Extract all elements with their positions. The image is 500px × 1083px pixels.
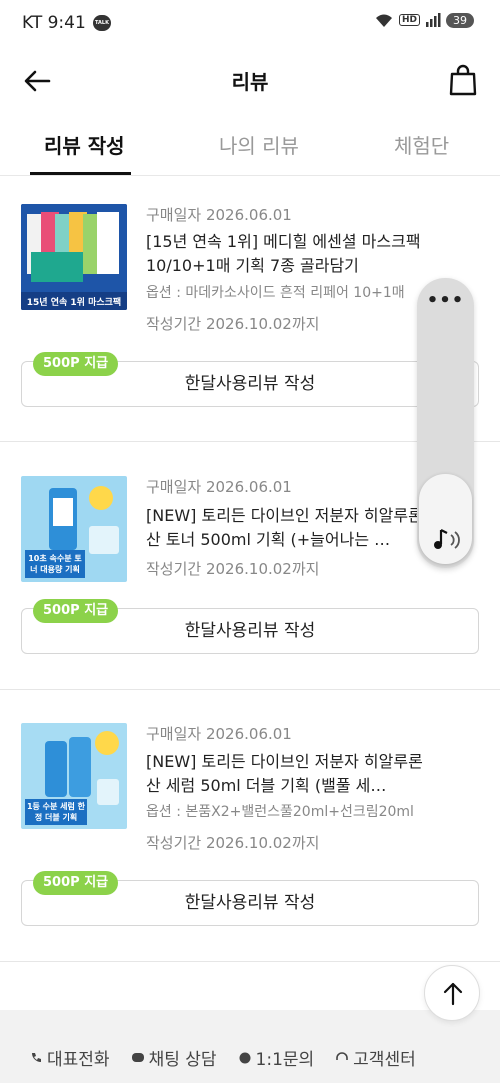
- status-bar: KT 9:41 TALK HD 39: [0, 0, 500, 50]
- shopping-bag-icon[interactable]: [448, 64, 478, 96]
- floating-media-panel[interactable]: •••: [417, 278, 474, 568]
- point-badge: 500P 지급: [33, 871, 119, 895]
- product-name[interactable]: [NEW] 토리든 다이브인 저분자 히알루론산 토너 500ml 기획 (+늘…: [146, 504, 436, 552]
- footer-inquiry[interactable]: 1:1문의: [239, 1045, 315, 1070]
- product-thumbnail[interactable]: 10초 속수분 토너 대용량 기획: [21, 476, 127, 582]
- tab-my-reviews[interactable]: 나의 리뷰: [219, 130, 299, 159]
- header: 리뷰: [0, 50, 500, 110]
- arrow-up-icon: [443, 982, 463, 1006]
- music-note-icon: [434, 529, 460, 549]
- page-title: 리뷰: [231, 70, 269, 94]
- purchase-date: 구매일자 2026.06.01: [146, 206, 292, 224]
- product-name[interactable]: [15년 연속 1위] 메디힐 에센셜 마스크팩 10/10+1매 기획 7종 …: [146, 230, 436, 278]
- product-option: 옵션 : 본품X2+밸런스풀20ml+선크림20ml: [146, 804, 414, 820]
- message-icon: [239, 1052, 251, 1063]
- thumbnail-caption: 1등 수분 세럼 한정 더블 기획: [26, 802, 86, 822]
- volume-slider-handle[interactable]: [419, 474, 472, 564]
- review-period: 작성기간 2026.10.02까지: [146, 315, 320, 333]
- point-badge: 500P 지급: [33, 352, 119, 376]
- thumbnail-caption: 15년 연속 1위 마스크팩: [26, 298, 122, 308]
- point-badge: 500P 지급: [33, 599, 119, 623]
- footer-link-label: 고객센터: [353, 1050, 416, 1070]
- thumbnail-caption: 10초 속수분 토너 대용량 기획: [28, 554, 82, 574]
- product-thumbnail[interactable]: 1등 수분 세럼 한정 더블 기획: [21, 723, 127, 829]
- product-option: 옵션 : 마데카소사이드 흔적 리페어 10+1매: [146, 285, 405, 301]
- active-tab-indicator: [30, 172, 131, 175]
- signal-icon: [426, 13, 441, 27]
- more-options-icon[interactable]: •••: [417, 290, 474, 311]
- tab-bar: 리뷰 작성 나의 리뷰 체험단: [0, 116, 500, 176]
- footer-link-label: 채팅 상담: [148, 1050, 217, 1070]
- divider: [0, 689, 500, 690]
- purchase-date: 구매일자 2026.06.01: [146, 725, 292, 743]
- battery-icon: 39: [446, 12, 474, 28]
- purchase-date: 구매일자 2026.06.01: [146, 478, 292, 496]
- product-name[interactable]: [NEW] 토리든 다이브인 저분자 히알루론산 세럼 50ml 더블 기획 (…: [146, 750, 436, 798]
- status-carrier-time: KT 9:41: [22, 13, 86, 33]
- footer-link-label: 대표전화: [47, 1050, 110, 1070]
- footer-phone[interactable]: 대표전화: [30, 1045, 110, 1070]
- footer-links: 대표전화 채팅 상담 1:1문의 고객센터: [30, 1045, 416, 1070]
- footer-chat[interactable]: 채팅 상담: [131, 1045, 217, 1070]
- wifi-icon: [375, 14, 392, 27]
- tab-experience-group[interactable]: 체험단: [394, 130, 449, 159]
- chat-icon: [131, 1052, 144, 1062]
- status-icons: HD 39: [374, 12, 474, 28]
- headset-icon: [336, 1051, 348, 1060]
- scroll-to-top-button[interactable]: [424, 965, 480, 1021]
- footer-customer-center[interactable]: 고객센터: [336, 1045, 416, 1070]
- review-period: 작성기간 2026.10.02까지: [146, 560, 320, 578]
- hd-icon: HD: [398, 14, 420, 26]
- talk-icon: TALK: [93, 15, 111, 31]
- review-period: 작성기간 2026.10.02까지: [146, 834, 320, 852]
- tab-write-review[interactable]: 리뷰 작성: [44, 130, 125, 159]
- footer-link-label: 1:1문의: [255, 1050, 315, 1070]
- divider: [0, 961, 500, 962]
- product-thumbnail[interactable]: 15년 연속 1위 마스크팩: [21, 204, 127, 310]
- phone-icon: [32, 1052, 41, 1062]
